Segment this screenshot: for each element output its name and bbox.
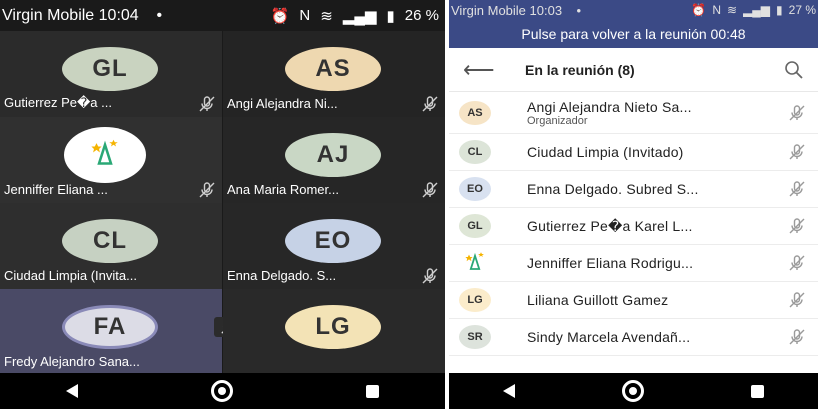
participant-row[interactable]: AS Angi Alejandra Nieto Sa... Organizador <box>449 92 818 134</box>
participant-avatar: CL <box>62 219 158 263</box>
participant-avatar: EO <box>285 219 381 263</box>
participant-row[interactable]: EO Enna Delgado. Subred S... <box>449 171 818 208</box>
android-nav-bar-right <box>449 373 818 409</box>
participant-row[interactable]: Jenniffer Eliana Rodrigu... <box>449 245 818 282</box>
status-dot: • <box>156 6 163 24</box>
recents-nav-icon[interactable] <box>365 384 379 398</box>
muted-mic-icon <box>788 254 806 272</box>
participant-row[interactable]: CL Ciudad Limpia (Invitado) <box>449 134 818 171</box>
participant-name: Enna Delgado. S... <box>227 268 337 283</box>
participant-name: Gutierrez Pe�a Karel L... <box>527 217 693 234</box>
video-tile[interactable]: FA Fredy Alejandro Sana... <box>0 289 242 375</box>
participant-avatar: GL <box>459 214 491 238</box>
participant-avatar: GL <box>62 47 158 91</box>
video-tile[interactable]: AS Angi Alejandra Ni... <box>223 31 445 117</box>
alarm-icon: ⏰ <box>270 7 290 25</box>
participant-avatar: AS <box>459 100 491 125</box>
participants-header: ⟵ En la reunión (8) <box>449 48 818 92</box>
participant-name: Ciudad Limpia (Invita... <box>4 268 137 283</box>
participant-name: Enna Delgado. Subred S... <box>527 181 699 197</box>
android-nav-bar <box>0 373 445 409</box>
participant-role: Organizador <box>527 114 588 127</box>
video-tile[interactable]: Jenniffer Eliana ... <box>0 117 222 203</box>
muted-mic-icon <box>788 180 806 198</box>
search-icon[interactable] <box>784 60 804 80</box>
muted-mic-icon <box>198 181 216 199</box>
participant-avatar: LG <box>459 288 491 312</box>
participant-name: Liliana Guillott Gamez <box>527 292 669 308</box>
participant-avatar: LG <box>285 305 381 349</box>
participant-name: Sindy Marcela Avendañ... <box>527 329 691 345</box>
wifi-icon: ≋ <box>727 3 738 17</box>
participant-name: Ciudad Limpia (Invitado) <box>527 144 684 160</box>
participant-text: Enna Delgado. Subred S... <box>527 181 788 197</box>
participant-logo <box>64 127 146 183</box>
status-bar-right: Virgin Mobile 10:03 • ⏰ N ≋ ▂▄▆ ▮ 27 % <box>449 0 818 20</box>
nfc-icon: N <box>299 7 311 24</box>
muted-mic-icon <box>788 291 806 309</box>
recents-nav-icon[interactable] <box>751 384 765 398</box>
battery-icon: ▮ <box>776 3 783 17</box>
participant-text: Liliana Guillott Gamez <box>527 292 788 308</box>
participant-name: Jenniffer Eliana ... <box>4 182 108 197</box>
participant-avatar: FA <box>62 305 158 349</box>
video-tile[interactable]: GL Gutierrez Pe�a ... <box>0 31 222 117</box>
video-tile[interactable]: LG <box>223 289 445 375</box>
page-title: En la reunión (8) <box>525 61 635 78</box>
alarm-icon: ⏰ <box>691 3 707 17</box>
battery-level-right: 27 % <box>788 3 816 17</box>
participant-name: Ana Maria Romer... <box>227 182 339 197</box>
muted-mic-icon <box>421 181 439 199</box>
muted-mic-icon <box>788 143 806 161</box>
wifi-icon: ≋ <box>320 7 333 25</box>
participant-text: Jenniffer Eliana Rodrigu... <box>527 255 788 271</box>
return-to-meeting-banner[interactable]: Pulse para volver a la reunión 00:48 <box>449 20 818 48</box>
participant-row[interactable]: LG Liliana Guillott Gamez <box>449 282 818 319</box>
participant-text: Angi Alejandra Nieto Sa... Organizador <box>527 99 788 127</box>
battery-level: 26 % <box>404 7 439 24</box>
participant-row[interactable]: GL Gutierrez Pe�a Karel L... <box>449 208 818 245</box>
muted-mic-icon <box>421 95 439 113</box>
participant-text: Gutierrez Pe�a Karel L... <box>527 218 788 235</box>
home-nav-icon[interactable] <box>210 380 233 402</box>
participant-list: AS Angi Alejandra Nieto Sa... Organizador C… <box>449 92 818 356</box>
participant-text: Sindy Marcela Avendañ... <box>527 329 788 345</box>
video-tile[interactable]: EO Enna Delgado. S... <box>223 203 445 289</box>
participant-name: Angi Alejandra Ni... <box>227 96 338 111</box>
carrier-time: Virgin Mobile 10:04 <box>2 6 139 24</box>
muted-mic-icon <box>788 328 806 346</box>
signal-icon: ▂▄▆ <box>342 7 377 25</box>
participant-name: Fredy Alejandro Sana... <box>4 354 140 369</box>
muted-mic-icon <box>198 95 216 113</box>
carrier-time-right: Virgin Mobile 10:03 <box>451 2 563 18</box>
participant-logo <box>459 251 491 275</box>
muted-mic-icon <box>788 104 806 122</box>
participant-row[interactable]: SR Sindy Marcela Avendañ... <box>449 319 818 356</box>
participant-avatar: SR <box>459 325 491 349</box>
video-grid: GL Gutierrez Pe�a ... AS Angi Alejandra Ni.… <box>0 31 445 375</box>
video-tile[interactable]: CL Ciudad Limpia (Invita... <box>0 203 222 289</box>
muted-mic-icon <box>788 217 806 235</box>
participant-name: Gutierrez Pe�a ... <box>4 95 112 110</box>
status-bar: Virgin Mobile 10:04 • ⏰ N ≋ ▂▄▆ ▮ 26 % <box>0 0 445 31</box>
participant-avatar: EO <box>459 177 491 201</box>
participant-name: Angi Alejandra Nieto Sa... <box>527 98 692 115</box>
battery-icon: ▮ <box>386 7 395 25</box>
right-screen: Virgin Mobile 10:03 • ⏰ N ≋ ▂▄▆ ▮ 27 % P… <box>449 0 818 409</box>
participant-name: Jenniffer Eliana Rodrigu... <box>527 255 694 271</box>
back-nav-icon[interactable] <box>66 384 79 398</box>
participant-avatar: AJ <box>285 133 381 177</box>
nfc-icon: N <box>712 3 721 17</box>
video-tile[interactable]: AJ Ana Maria Romer... <box>223 117 445 203</box>
signal-icon: ▂▄▆ <box>743 3 771 17</box>
status-dot-right: • <box>576 2 582 18</box>
participant-text: Ciudad Limpia (Invitado) <box>527 144 788 160</box>
back-nav-icon[interactable] <box>502 384 515 398</box>
home-nav-icon[interactable] <box>621 380 644 402</box>
left-screen: Virgin Mobile 10:04 • ⏰ N ≋ ▂▄▆ ▮ 26 % G… <box>0 0 445 409</box>
muted-mic-icon <box>421 267 439 285</box>
participant-avatar: AS <box>285 47 381 91</box>
participant-avatar: CL <box>459 140 491 164</box>
back-arrow-icon[interactable]: ⟵ <box>463 57 525 83</box>
